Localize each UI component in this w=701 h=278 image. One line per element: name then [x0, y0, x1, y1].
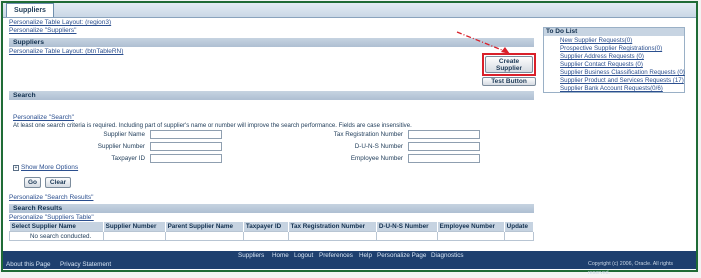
todo-item[interactable]: Supplier Contact Requests (0): [560, 61, 643, 68]
todo-list-title: To Do List: [544, 28, 684, 36]
privacy-statement-link[interactable]: Privacy Statement: [60, 260, 111, 269]
todo-item[interactable]: Supplier Business Classification Request…: [560, 69, 685, 76]
clear-button[interactable]: Clear: [45, 177, 71, 188]
todo-item[interactable]: Prospective Supplier Registrations(0): [560, 45, 662, 52]
taxpayer-id-label: Taxpayer ID: [111, 155, 145, 162]
table-cell: [102, 231, 166, 241]
footer-link-diagnostics[interactable]: Diagnostics: [431, 251, 464, 260]
supplier-number-input[interactable]: [150, 142, 222, 151]
results-table: Select Supplier Name Supplier Number Par…: [9, 222, 535, 241]
todo-item[interactable]: Supplier Bank Account Requests(0/6): [560, 85, 663, 92]
col-taxpayer-id[interactable]: Taxpayer ID: [243, 222, 289, 232]
todo-item[interactable]: Supplier Address Requests (0): [560, 53, 644, 60]
table-cell: [164, 231, 244, 241]
supplier-name-input[interactable]: [150, 130, 222, 139]
tax-registration-label: Tax Registration Number: [333, 131, 403, 138]
search-instructions: At least one search criteria is required…: [13, 122, 412, 129]
table-cell: [242, 231, 289, 241]
taxpayer-id-input[interactable]: [150, 154, 222, 163]
go-button[interactable]: Go: [24, 177, 41, 188]
personalize-search-link[interactable]: Personalize "Search": [13, 114, 74, 121]
duns-number-label: D-U-N-S Number: [354, 143, 403, 150]
supplier-name-label: Supplier Name: [103, 131, 145, 138]
expand-plus-icon[interactable]: +: [13, 165, 19, 171]
create-supplier-button[interactable]: Create Supplier: [485, 56, 533, 73]
copyright-text: Copyright (c) 2006, Oracle. All rights r…: [588, 261, 674, 276]
create-supplier-label-1: Create: [498, 58, 520, 65]
col-duns-number[interactable]: D-U-N-S Number: [376, 222, 438, 232]
about-page-link[interactable]: About this Page: [6, 260, 50, 269]
employee-number-input[interactable]: [408, 154, 480, 163]
table-cell: [375, 231, 438, 241]
table-row: No search conducted.: [9, 231, 535, 241]
tab-suppliers[interactable]: Suppliers: [6, 3, 54, 17]
tax-registration-input[interactable]: [408, 130, 480, 139]
table-cell: [436, 231, 505, 241]
show-more-options-link[interactable]: Show More Options: [21, 164, 78, 171]
personalize-search-results-link[interactable]: Personalize "Search Results": [9, 194, 93, 201]
col-supplier-number[interactable]: Supplier Number: [103, 222, 166, 232]
search-section-header: Search: [9, 91, 534, 100]
duns-number-input[interactable]: [408, 142, 480, 151]
footer-link-help[interactable]: Help: [359, 251, 372, 260]
footer-link-personalize-page[interactable]: Personalize Page: [377, 251, 426, 260]
table-cell: [287, 231, 377, 241]
col-update[interactable]: Update: [504, 222, 535, 232]
personalize-suppliers-table-link[interactable]: Personalize "Suppliers Table": [9, 214, 94, 221]
todo-list-panel: To Do List New Supplier Requests(0) Pros…: [543, 27, 685, 93]
footer-link-home[interactable]: Home: [272, 251, 289, 260]
create-supplier-label-2: Supplier: [495, 65, 522, 72]
results-header-row: Select Supplier Name Supplier Number Par…: [9, 222, 535, 232]
col-tax-registration-number[interactable]: Tax Registration Number: [288, 222, 377, 232]
footer-link-suppliers[interactable]: Suppliers: [238, 251, 264, 260]
personalize-suppliers-link[interactable]: Personalize "Suppliers": [9, 27, 76, 34]
personalize-table-layout-link[interactable]: Personalize Table Layout: (btnTableRN): [9, 48, 123, 55]
col-parent-supplier-name[interactable]: Parent Supplier Name: [165, 222, 244, 232]
supplier-number-label: Supplier Number: [97, 143, 145, 150]
footer-bar: Suppliers Home Logout Preferences Help P…: [3, 251, 696, 276]
empty-message: No search conducted.: [9, 231, 104, 241]
col-select-supplier-name[interactable]: Select Supplier Name: [9, 222, 104, 232]
col-employee-number[interactable]: Employee Number: [437, 222, 505, 232]
footer-link-logout[interactable]: Logout: [294, 251, 313, 260]
search-results-header: Search Results: [9, 204, 534, 213]
title-bar: [3, 3, 696, 18]
table-cell: [503, 231, 535, 241]
test-button[interactable]: Test Button: [482, 77, 536, 86]
todo-item[interactable]: New Supplier Requests(0): [560, 37, 632, 44]
todo-item[interactable]: Supplier Product and Services Requests (…: [560, 77, 684, 84]
footer-link-preferences[interactable]: Preferences: [319, 251, 353, 260]
employee-number-label: Employee Number: [350, 155, 403, 162]
personalize-region-link[interactable]: Personalize Table Layout: (region3): [9, 19, 111, 26]
